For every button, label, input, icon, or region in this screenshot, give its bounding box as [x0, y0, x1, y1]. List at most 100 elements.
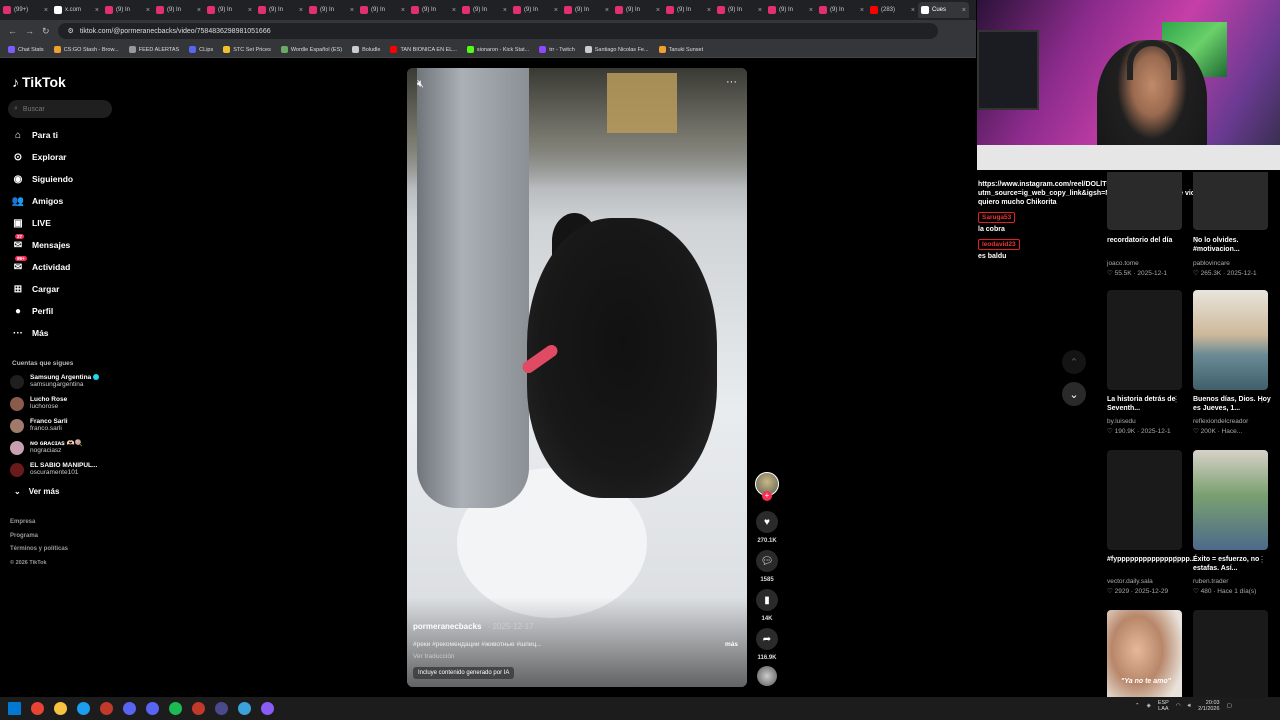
video-card-title[interactable]: No lo olvides. #motivacion...: [1193, 236, 1275, 254]
tab-close-icon[interactable]: ×: [707, 7, 711, 14]
bookmark-item[interactable]: trr - Twitch: [539, 46, 575, 53]
windows-start-icon[interactable]: [8, 702, 21, 715]
forward-icon[interactable]: →: [25, 26, 34, 36]
kebab-menu-icon[interactable]: ⋮: [1258, 555, 1266, 564]
app-icon[interactable]: [146, 702, 159, 715]
followed-account[interactable]: Franco Sarli franco.sarli: [10, 418, 68, 433]
bookmark-item[interactable]: Boludle: [352, 46, 380, 53]
tab-close-icon[interactable]: ×: [146, 7, 150, 14]
app-icon[interactable]: [192, 702, 205, 715]
bookmark-icon[interactable]: ▮: [756, 589, 778, 611]
browser-tab[interactable]: (9) In ×: [561, 2, 612, 18]
browser-tab[interactable]: (9) In ×: [612, 2, 663, 18]
tab-close-icon[interactable]: ×: [605, 7, 609, 14]
reload-icon[interactable]: ↻: [42, 26, 50, 37]
sidebar-item-amigos[interactable]: 👥 Amigos: [12, 192, 63, 210]
sidebar-item-explorar[interactable]: ⊙ Explorar: [12, 148, 67, 166]
video-card-thumbnail[interactable]: [1107, 290, 1182, 390]
mute-icon[interactable]: 🔇︎: [417, 78, 424, 91]
browser-tab[interactable]: Cues ×: [918, 2, 969, 18]
bookmark-item[interactable]: Santiago Nicolas Fe...: [584, 46, 649, 53]
bookmark-item[interactable]: Wordle Español (ES): [280, 46, 342, 53]
sidebar-item-perfil[interactable]: ● Perfil: [12, 302, 53, 320]
wifi-icon[interactable]: ◠: [1176, 703, 1181, 709]
video-card-thumbnail[interactable]: "Ya no te amo": [1107, 610, 1182, 710]
browser-tab[interactable]: (283) ×: [867, 2, 918, 18]
tab-close-icon[interactable]: ×: [503, 7, 507, 14]
app-icon[interactable]: [238, 702, 251, 715]
followed-account[interactable]: Lucho Rose luchorose: [10, 396, 67, 411]
kebab-menu-icon[interactable]: ⋮: [1258, 395, 1266, 404]
discord-icon[interactable]: [123, 702, 136, 715]
followed-account[interactable]: EL SABIO MANIPUL... oscuramente101: [10, 462, 97, 477]
bookmark-item[interactable]: Tanuki Sunset: [658, 46, 703, 53]
sidebar-item-siguiendo[interactable]: ◉ Siguiendo: [12, 170, 73, 188]
tab-close-icon[interactable]: ×: [809, 7, 813, 14]
tab-close-icon[interactable]: ×: [860, 7, 864, 14]
clock[interactable]: 20:03 2/1/2026: [1198, 700, 1219, 712]
like-action[interactable]: ♥ 270.1K: [756, 511, 778, 544]
browser-tab[interactable]: (9) In ×: [102, 2, 153, 18]
bookmark-item[interactable]: sionaron - Kick Stat...: [466, 46, 529, 53]
app-icon[interactable]: [215, 702, 228, 715]
bookmark-item[interactable]: CS:GO Stash - Brow...: [53, 46, 119, 53]
app-icon[interactable]: [261, 702, 274, 715]
browser-tab[interactable]: (9) In ×: [510, 2, 561, 18]
tab-close-icon[interactable]: ×: [350, 7, 354, 14]
bookmark-item[interactable]: STC Set Prices: [223, 46, 271, 53]
browser-tab[interactable]: (99+) ×: [0, 2, 51, 18]
sidebar-item-live[interactable]: ▣ LIVE: [12, 214, 51, 232]
comment-action[interactable]: 💬︎ 1585: [756, 550, 778, 583]
see-more-button[interactable]: ⌄ Ver más: [14, 487, 59, 496]
back-icon[interactable]: ←: [8, 26, 17, 36]
tab-close-icon[interactable]: ×: [656, 7, 660, 14]
tab-close-icon[interactable]: ×: [44, 7, 48, 14]
network-icon[interactable]: ◈: [1147, 703, 1151, 709]
followed-account[interactable]: ɴᴏ ɢʀᴀᴄɪᴀꜱ 🫶🏻🍭 nograciasz: [10, 440, 83, 455]
follow-plus-icon[interactable]: +: [762, 491, 772, 501]
heart-icon[interactable]: ♥: [756, 511, 778, 533]
browser-tab[interactable]: (9) In ×: [306, 2, 357, 18]
obs-icon[interactable]: [100, 702, 113, 715]
steam-icon[interactable]: [77, 702, 90, 715]
kebab-menu-icon[interactable]: ⋮: [1172, 395, 1180, 404]
browser-tab[interactable]: (9) In ×: [765, 2, 816, 18]
share-icon[interactable]: ➦: [756, 628, 778, 650]
sidebar-item-actividad[interactable]: ✉ 99+ Actividad: [12, 256, 70, 276]
tab-close-icon[interactable]: ×: [758, 7, 762, 14]
browser-tab[interactable]: (9) In ×: [357, 2, 408, 18]
bookmark-item[interactable]: Chat Stats: [8, 46, 44, 53]
browser-tab[interactable]: (9) In ×: [408, 2, 459, 18]
address-bar[interactable]: ⚙ tiktok.com/@pormeranecbacks/video/7584…: [57, 23, 938, 39]
video-card-thumbnail[interactable]: [1193, 450, 1268, 550]
video-tags[interactable]: #реки #рекомендации #животные #шпиц...: [413, 641, 542, 648]
video-card-thumbnail[interactable]: [1193, 290, 1268, 390]
browser-tab[interactable]: (9) In ×: [714, 2, 765, 18]
video-card-author[interactable]: reflexiondelcreador: [1193, 418, 1248, 425]
tab-close-icon[interactable]: ×: [248, 7, 252, 14]
browser-tab[interactable]: (9) In ×: [153, 2, 204, 18]
video-card-thumbnail[interactable]: [1193, 610, 1268, 710]
video-card-author[interactable]: pablovincare: [1193, 260, 1230, 267]
video-card-author[interactable]: ruben.trader: [1193, 578, 1228, 585]
volume-icon[interactable]: 🔊︎: [1188, 703, 1191, 710]
video-card-thumbnail[interactable]: [1193, 172, 1268, 230]
tab-close-icon[interactable]: ×: [197, 7, 201, 14]
search-input[interactable]: ⌕ Buscar: [8, 100, 112, 118]
browser-tab[interactable]: x.com ×: [51, 2, 102, 18]
browser-tab[interactable]: (9) In ×: [459, 2, 510, 18]
bookmark-item[interactable]: FEED ALERTAS: [128, 46, 179, 53]
tab-close-icon[interactable]: ×: [554, 7, 558, 14]
translate-link[interactable]: Ver traducción: [413, 653, 455, 660]
footer-link[interactable]: Programa: [10, 533, 38, 539]
next-video-button[interactable]: ⌄: [1062, 382, 1086, 406]
notifications-icon[interactable]: ▢: [1227, 703, 1232, 709]
tab-close-icon[interactable]: ×: [401, 7, 405, 14]
browser-tab[interactable]: (9) In ×: [816, 2, 867, 18]
expand-caption-button[interactable]: más: [725, 641, 738, 648]
video-card-author[interactable]: joaco.tome: [1107, 260, 1139, 267]
author-name[interactable]: pormeranecbacks: [413, 622, 481, 631]
tiktok-logo[interactable]: ♪ TikTok: [12, 74, 66, 90]
video-player[interactable]: 🔇︎ ··· pormeranecbacks · 2025-12-17 #рек…: [407, 68, 747, 687]
video-card-author[interactable]: by.luisedu: [1107, 418, 1136, 425]
